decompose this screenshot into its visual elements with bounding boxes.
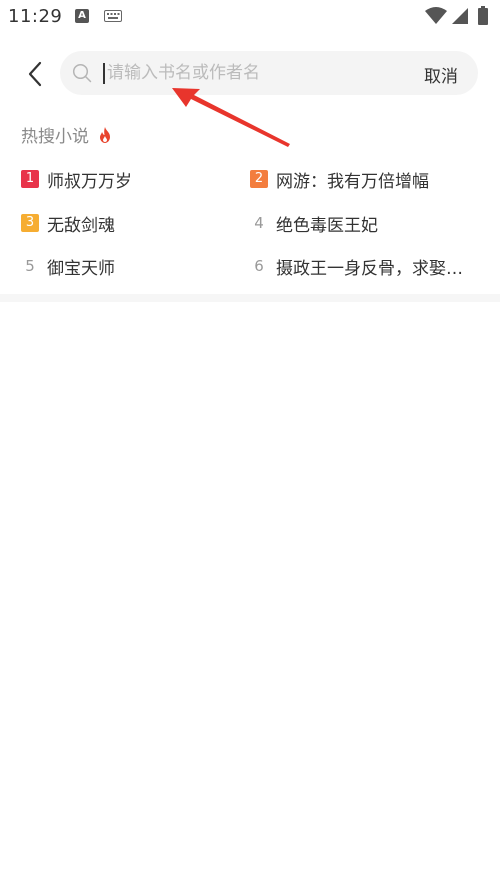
text-cursor [103, 63, 105, 84]
section-divider [0, 294, 500, 302]
cancel-button[interactable]: 取消 [424, 62, 458, 87]
wifi-icon [425, 7, 447, 24]
rank-number: 5 [25, 257, 35, 275]
hot-item-4[interactable]: 4 绝色毒医王妃 [250, 210, 482, 236]
status-bar: 11:29 A [0, 0, 500, 36]
rank-badge: 2 [250, 170, 268, 188]
status-time: 11:29 [8, 6, 63, 27]
rank-badge: 1 [21, 170, 39, 188]
rank-number: 4 [254, 214, 264, 232]
book-title: 绝色毒医王妃 [276, 215, 378, 236]
hot-search-heading: 热搜小说 [21, 122, 112, 147]
rank-badge: 3 [21, 214, 39, 232]
hot-item-1[interactable]: 1 师叔万万岁 [21, 166, 236, 192]
hot-item-5[interactable]: 5 御宝天师 [21, 253, 236, 279]
hot-item-6[interactable]: 6 摄政王一身反骨，求娶… [250, 253, 482, 279]
search-icon [72, 63, 92, 83]
hot-item-3[interactable]: 3 无敌剑魂 [21, 210, 236, 236]
keyboard-icon [104, 10, 122, 22]
book-title: 摄政王一身反骨，求娶… [276, 258, 463, 279]
chevron-left-icon [28, 61, 42, 87]
battery-icon [478, 6, 488, 25]
back-button[interactable] [20, 58, 50, 90]
rank-number: 6 [254, 257, 264, 275]
fire-icon [100, 126, 110, 143]
annotation-arrow-icon [172, 88, 290, 147]
hot-search-title: 热搜小说 [21, 127, 89, 147]
book-title: 御宝天师 [47, 258, 115, 279]
book-title: 师叔万万岁 [47, 171, 132, 192]
hot-item-2[interactable]: 2 网游：我有万倍增幅 [250, 166, 482, 192]
signal-icon [452, 8, 468, 24]
book-title: 网游：我有万倍增幅 [276, 171, 429, 192]
book-title: 无敌剑魂 [47, 215, 115, 236]
a-notification-icon: A [75, 9, 89, 23]
